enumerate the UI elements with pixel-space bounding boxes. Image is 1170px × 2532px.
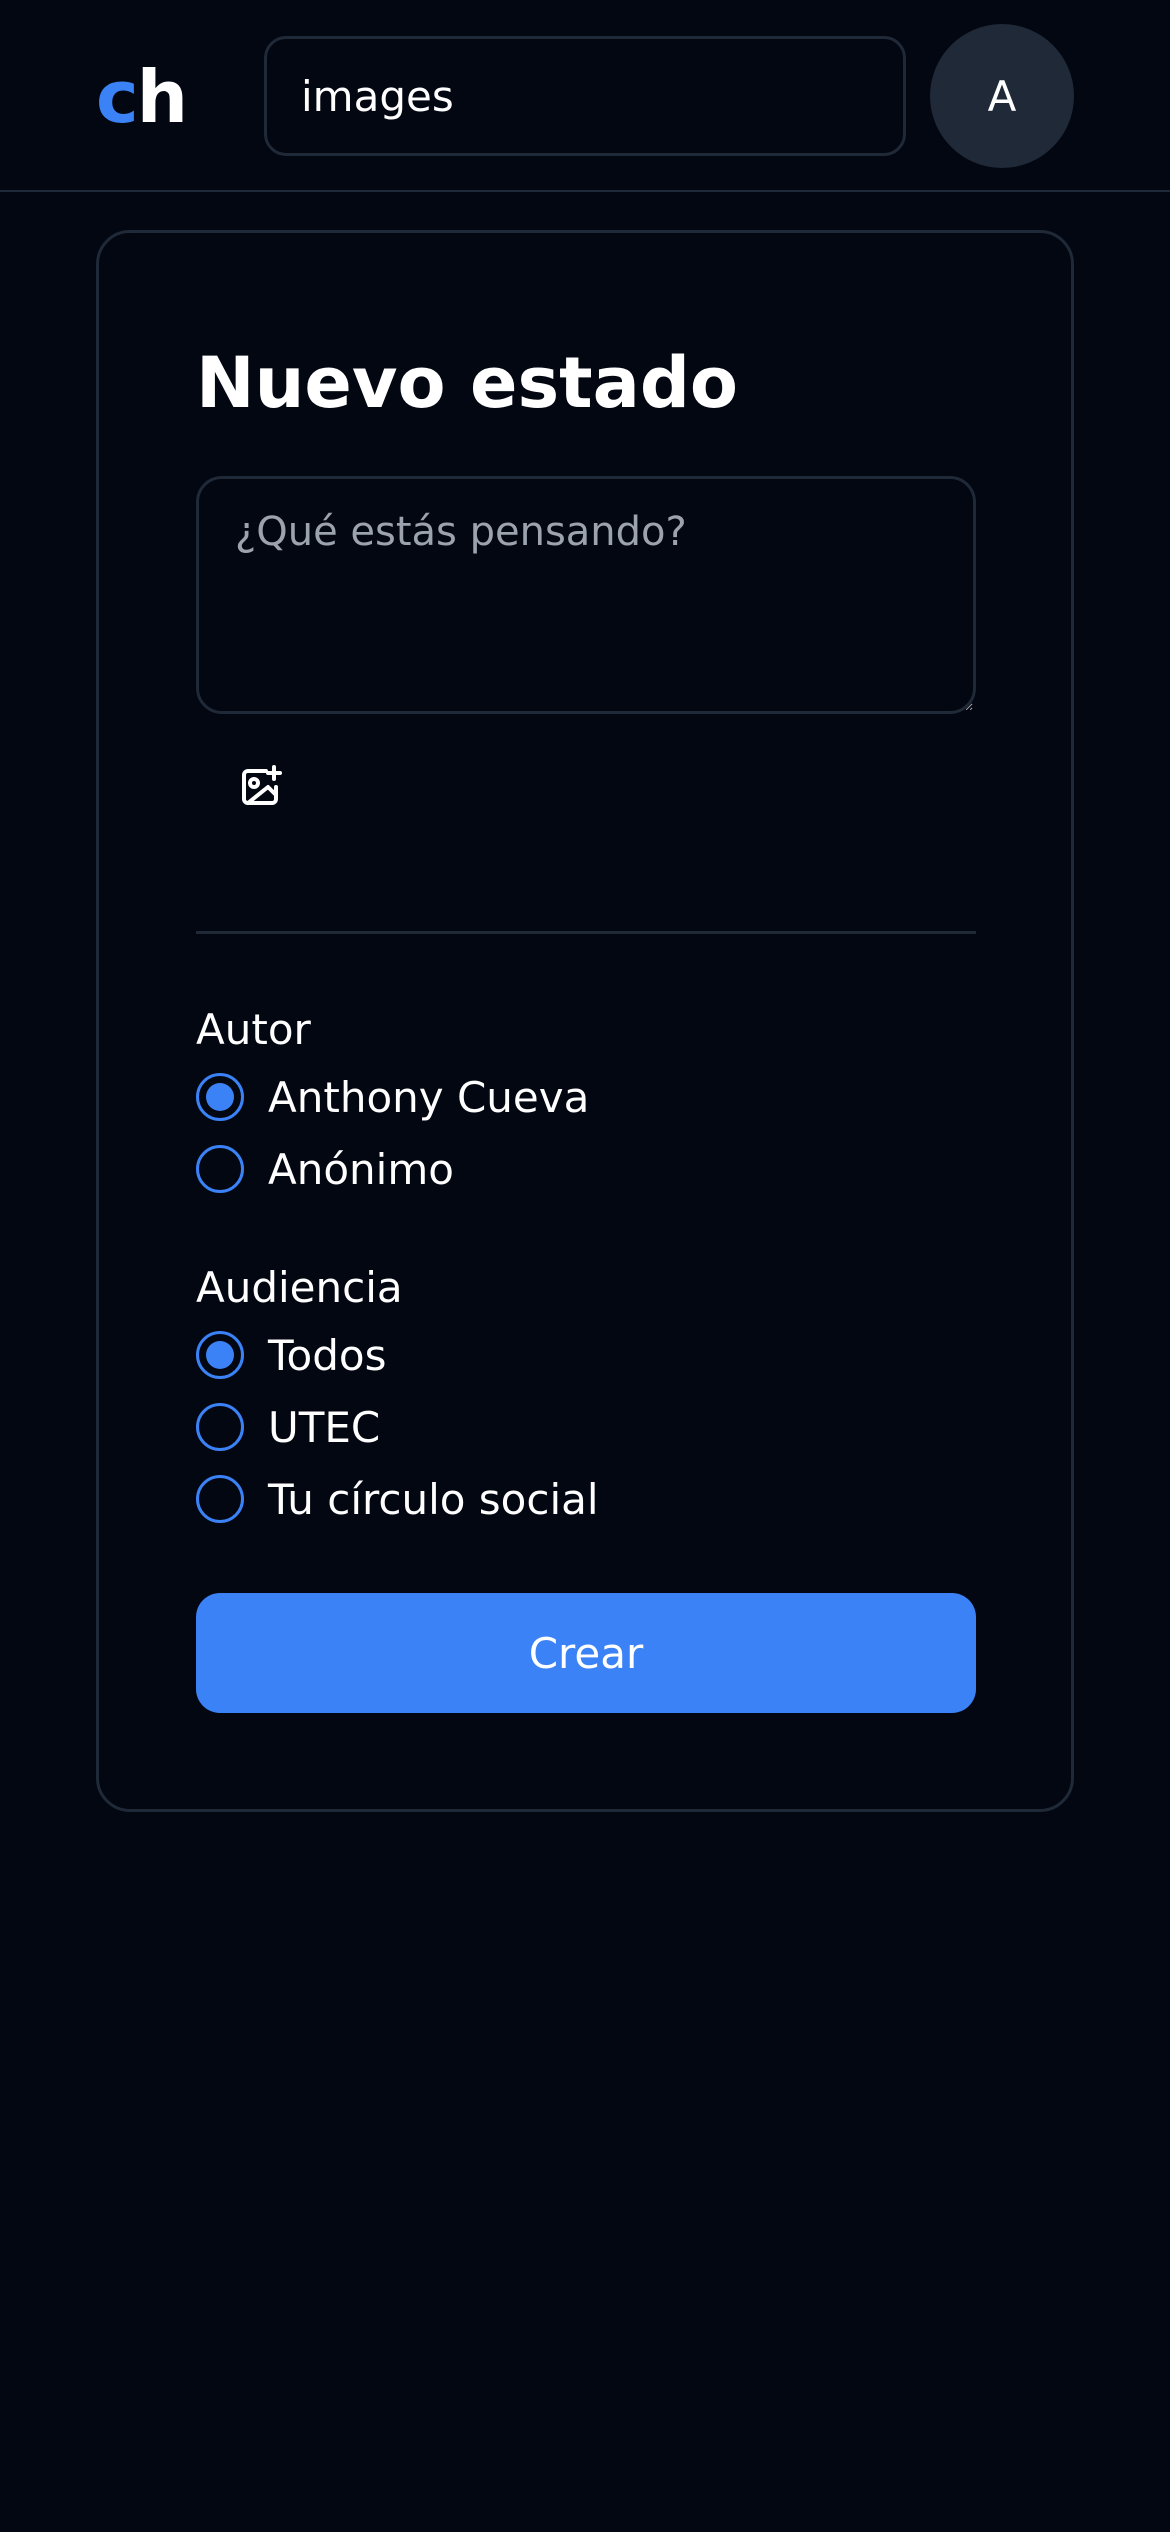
- search-input[interactable]: [264, 36, 906, 156]
- author-option-label: Anónimo: [268, 1144, 454, 1194]
- top-bar: ch A: [0, 0, 1170, 192]
- audience-label: Audiencia: [196, 1263, 403, 1312]
- audience-option-label: Tu círculo social: [268, 1474, 599, 1524]
- audience-option-label: UTEC: [268, 1402, 381, 1452]
- author-option-label: Anthony Cueva: [268, 1072, 590, 1122]
- section-divider: [196, 931, 976, 934]
- radio-selected-icon[interactable]: [196, 1073, 244, 1121]
- author-label: Autor: [196, 1005, 311, 1054]
- audience-option-circulo-social[interactable]: Tu círculo social: [196, 1473, 599, 1525]
- audience-option-label: Todos: [268, 1330, 387, 1380]
- avatar-button[interactable]: A: [930, 24, 1074, 168]
- audience-option-todos[interactable]: Todos: [196, 1329, 386, 1381]
- page-title: Nuevo estado: [196, 342, 739, 424]
- add-image-button[interactable]: [224, 751, 296, 823]
- audience-option-utec[interactable]: UTEC: [196, 1401, 380, 1453]
- radio-unselected-icon[interactable]: [196, 1145, 244, 1193]
- logo-letter-c: c: [96, 55, 139, 139]
- logo-letter-h: h: [136, 55, 188, 139]
- radio-unselected-icon[interactable]: [196, 1403, 244, 1451]
- author-option-anonimo[interactable]: Anónimo: [196, 1143, 454, 1195]
- author-option-anthony-cueva[interactable]: Anthony Cueva: [196, 1071, 589, 1123]
- app-logo[interactable]: ch: [96, 52, 188, 142]
- status-textarea[interactable]: [196, 476, 976, 714]
- create-button[interactable]: Crear: [196, 1593, 976, 1713]
- new-status-card: Nuevo estado Autor Anthony Cueva Anónimo…: [96, 230, 1074, 1812]
- radio-unselected-icon[interactable]: [196, 1475, 244, 1523]
- avatar-initial: A: [987, 71, 1017, 121]
- radio-selected-icon[interactable]: [196, 1331, 244, 1379]
- image-plus-icon: [242, 765, 282, 805]
